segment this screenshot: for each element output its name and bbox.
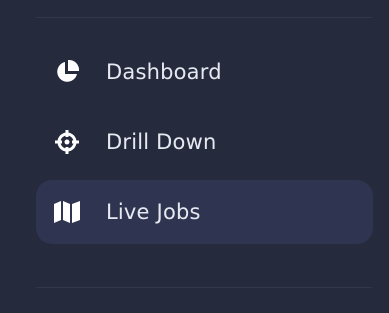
- sidebar-item-dashboard[interactable]: Dashboard: [36, 40, 373, 104]
- sidebar: Dashboard Drill Down Live Jobs: [0, 0, 389, 313]
- pie-chart-icon: [53, 58, 81, 86]
- sidebar-item-live-jobs[interactable]: Live Jobs: [36, 180, 373, 244]
- sidebar-item-label: Drill Down: [106, 130, 217, 154]
- sidebar-item-label: Live Jobs: [106, 200, 201, 224]
- sidebar-nav: Dashboard Drill Down Live Jobs: [36, 40, 373, 250]
- sidebar-divider-bottom: [36, 287, 372, 288]
- sidebar-item-label: Dashboard: [106, 60, 222, 84]
- crosshair-icon: [53, 128, 81, 156]
- sidebar-item-drill-down[interactable]: Drill Down: [36, 110, 373, 174]
- sidebar-divider-top: [36, 17, 372, 18]
- map-icon: [53, 198, 81, 226]
